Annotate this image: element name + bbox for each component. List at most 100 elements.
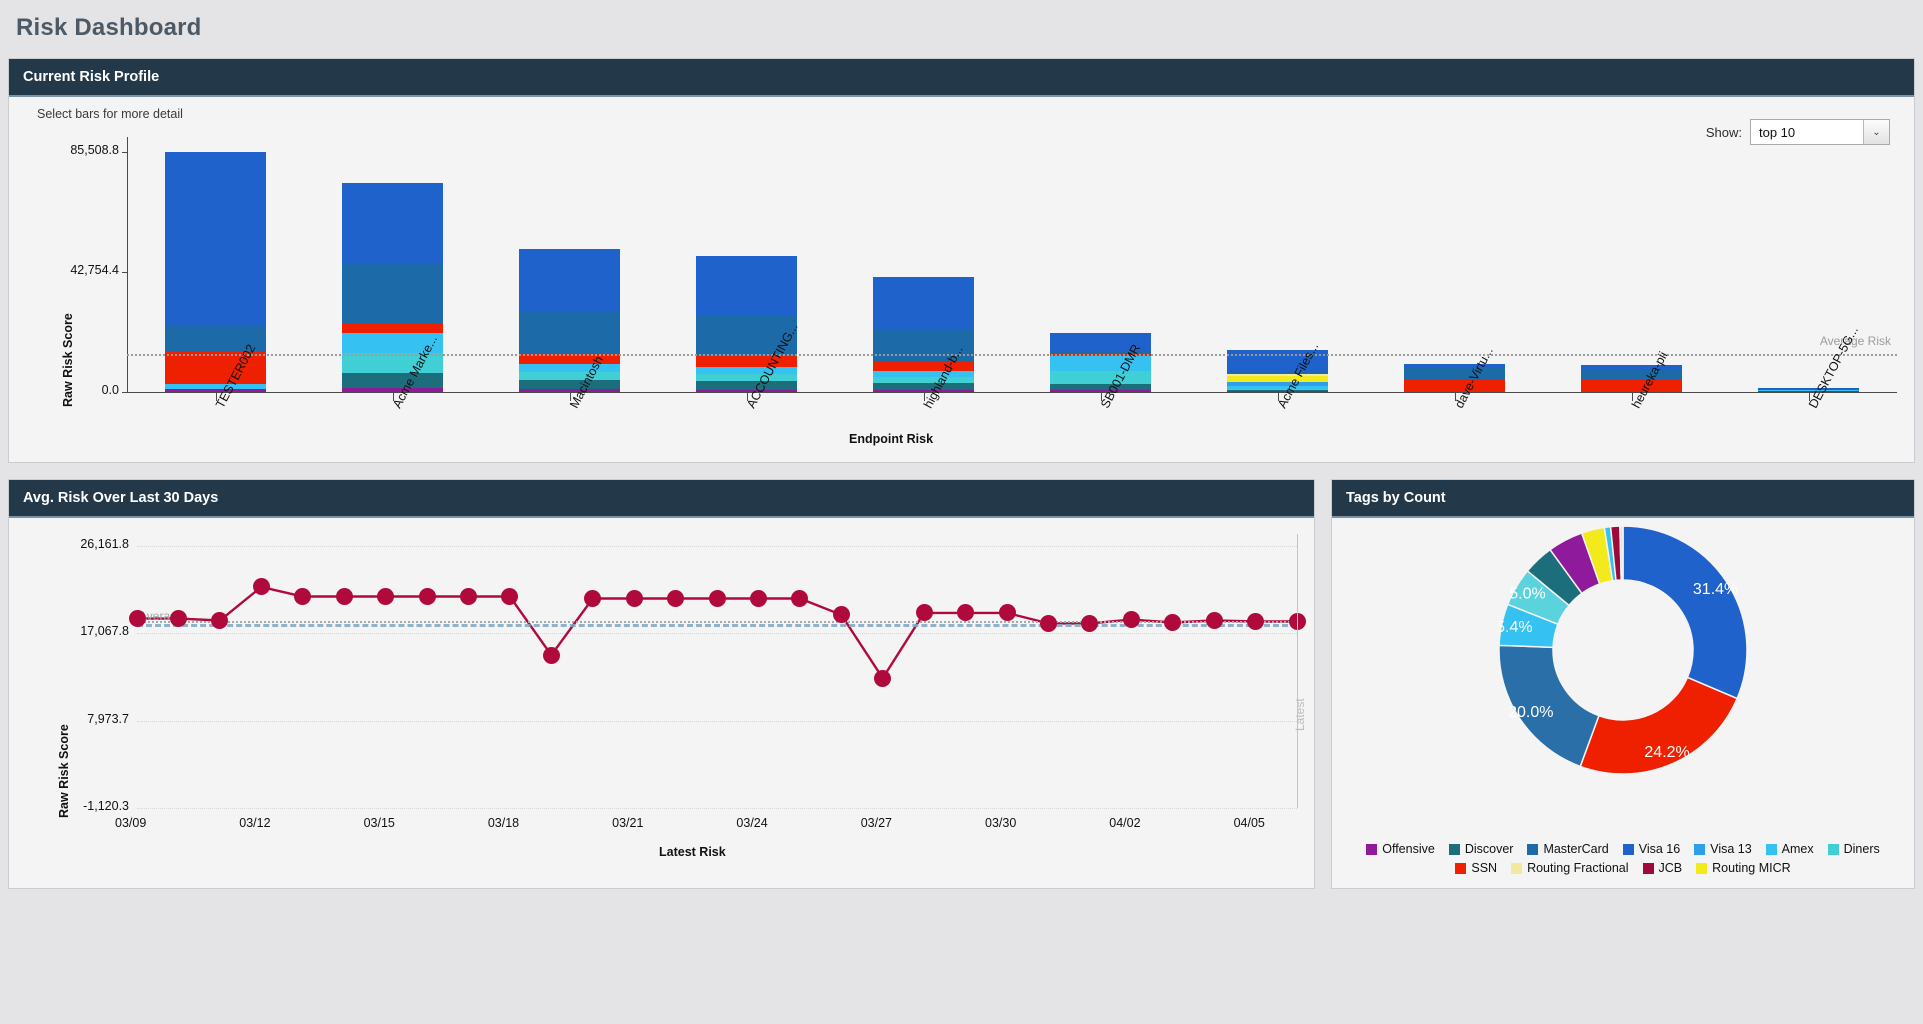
legend-label: Routing Fractional [1527,861,1628,875]
trend-x-tick: 03/27 [861,816,892,830]
bar-segment[interactable] [519,380,620,390]
trend-data-point[interactable] [584,590,601,607]
avg-risk-trend-body: Raw Risk Score -1,120.37,973.717,067.826… [9,518,1314,885]
trend-data-point[interactable] [460,588,477,605]
trend-data-point[interactable] [543,647,560,664]
bar-segment[interactable] [696,381,797,390]
legend-item[interactable]: Offensive [1366,842,1435,856]
trend-data-point[interactable] [377,588,394,605]
bar-chart-y-tick: 42,754.4 [29,263,119,277]
trend-data-point[interactable] [1040,615,1057,632]
bar-segment[interactable] [1050,384,1151,391]
legend-item[interactable]: Amex [1766,842,1814,856]
bar-segment[interactable] [873,277,974,329]
legend-item[interactable]: Visa 13 [1694,842,1751,856]
bar-segment[interactable] [342,388,443,392]
bar-segment[interactable] [342,183,443,263]
legend-item[interactable]: SSN [1455,861,1497,875]
legend-item[interactable]: Routing Fractional [1511,861,1628,875]
bar-chart-y-tick-mark [122,152,128,153]
donut-slice[interactable] [1620,526,1623,580]
donut-slice[interactable] [1623,526,1747,699]
trend-data-point[interactable] [1247,613,1264,630]
legend-swatch-icon [1643,863,1654,874]
bar-segment[interactable] [696,374,797,382]
legend-swatch-icon [1694,844,1705,855]
legend-label: Routing MICR [1712,861,1791,875]
bar-segment[interactable] [519,364,620,372]
trend-data-point[interactable] [916,604,933,621]
donut-slice-label: 5.0% [1509,585,1545,602]
trend-data-point[interactable] [999,604,1016,621]
legend-swatch-icon [1455,863,1466,874]
current-risk-profile-body: Select bars for more detail Show: top 10… [9,97,1914,459]
bar-segment[interactable] [696,390,797,392]
trend-y-tick: -1,120.3 [41,799,129,813]
bar-segment[interactable] [519,389,620,392]
bar-segment[interactable] [1581,369,1682,379]
legend-item[interactable]: Discover [1449,842,1514,856]
trend-data-point[interactable] [419,588,436,605]
bar-segment[interactable] [696,256,797,316]
trend-data-point[interactable] [170,610,187,627]
bar-chart-y-tick-mark [122,392,128,393]
bar-segment[interactable] [342,323,443,333]
donut-slice-label: 20.0% [1508,704,1553,721]
legend-item[interactable]: Diners [1828,842,1880,856]
bar-segment[interactable] [1050,390,1151,392]
legend-label: Discover [1465,842,1514,856]
legend-swatch-icon [1623,844,1634,855]
bar-segment[interactable] [519,372,620,380]
legend-item[interactable]: Visa 16 [1623,842,1680,856]
avg-risk-trend-panel: Avg. Risk Over Last 30 Days Raw Risk Sco… [8,479,1315,889]
trend-data-point[interactable] [709,590,726,607]
trend-data-point[interactable] [129,610,146,627]
bar-segment[interactable] [1581,379,1682,392]
bar-segment[interactable] [1758,391,1859,392]
donut-svg: 31.4%24.2%20.0%5.4%5.0% [1499,526,1747,774]
bar-segment[interactable] [165,152,266,324]
trend-x-tick: 04/02 [1109,816,1140,830]
donut-chart[interactable]: 31.4%24.2%20.0%5.4%5.0% [1332,526,1914,776]
bar-chart-x-axis-title: Endpoint Risk [849,432,933,446]
donut-slice-label: 24.2% [1644,744,1689,761]
bar-segment[interactable] [873,383,974,390]
legend-item[interactable]: Routing MICR [1696,861,1791,875]
trend-x-tick: 03/12 [239,816,270,830]
trend-data-point[interactable] [1206,612,1223,629]
trend-x-tick: 03/21 [612,816,643,830]
bar-segment[interactable] [1227,391,1328,392]
trend-data-point[interactable] [750,590,767,607]
tags-by-count-header: Tags by Count [1332,480,1914,518]
bar-segment[interactable] [519,249,620,312]
bar-segment[interactable] [1404,379,1505,392]
legend-swatch-icon [1527,844,1538,855]
bar-segment[interactable] [342,263,443,323]
current-risk-profile-header: Current Risk Profile [9,59,1914,97]
trend-data-point[interactable] [833,606,850,623]
bar-segment[interactable] [519,312,620,353]
bar-segment[interactable] [165,389,266,392]
legend-row: Offensive Discover MasterCard Visa 16 Visa 1… [1366,842,1880,856]
donut-slice-label: 31.4% [1693,581,1738,598]
current-risk-profile-panel: Current Risk Profile Select bars for mor… [8,58,1915,463]
trend-y-tick: 7,973.7 [41,712,129,726]
trend-average-line [137,624,1297,627]
trend-x-axis-title: Latest Risk [659,845,726,859]
legend-item[interactable]: MasterCard [1527,842,1608,856]
trend-data-point[interactable] [667,590,684,607]
bar-chart-plot-area: 0.042,754.485,508.8Average Risk [127,137,1897,392]
legend-item[interactable]: JCB [1643,861,1683,875]
trend-data-point[interactable] [626,590,643,607]
trend-y-tick: 26,161.8 [41,537,129,551]
bar-segment[interactable] [1404,368,1505,379]
trend-plot-area: -1,120.37,973.717,067.826,161.803/0903/1… [137,546,1297,808]
trend-data-point[interactable] [874,670,891,687]
bar-segment[interactable] [696,367,797,374]
bar-chart-y-tick: 85,508.8 [29,143,119,157]
trend-data-point[interactable] [336,588,353,605]
bar-segment[interactable] [873,390,974,392]
trend-data-point[interactable] [1123,611,1140,628]
bar-segment[interactable] [342,373,443,388]
bar-segment[interactable] [1050,371,1151,384]
